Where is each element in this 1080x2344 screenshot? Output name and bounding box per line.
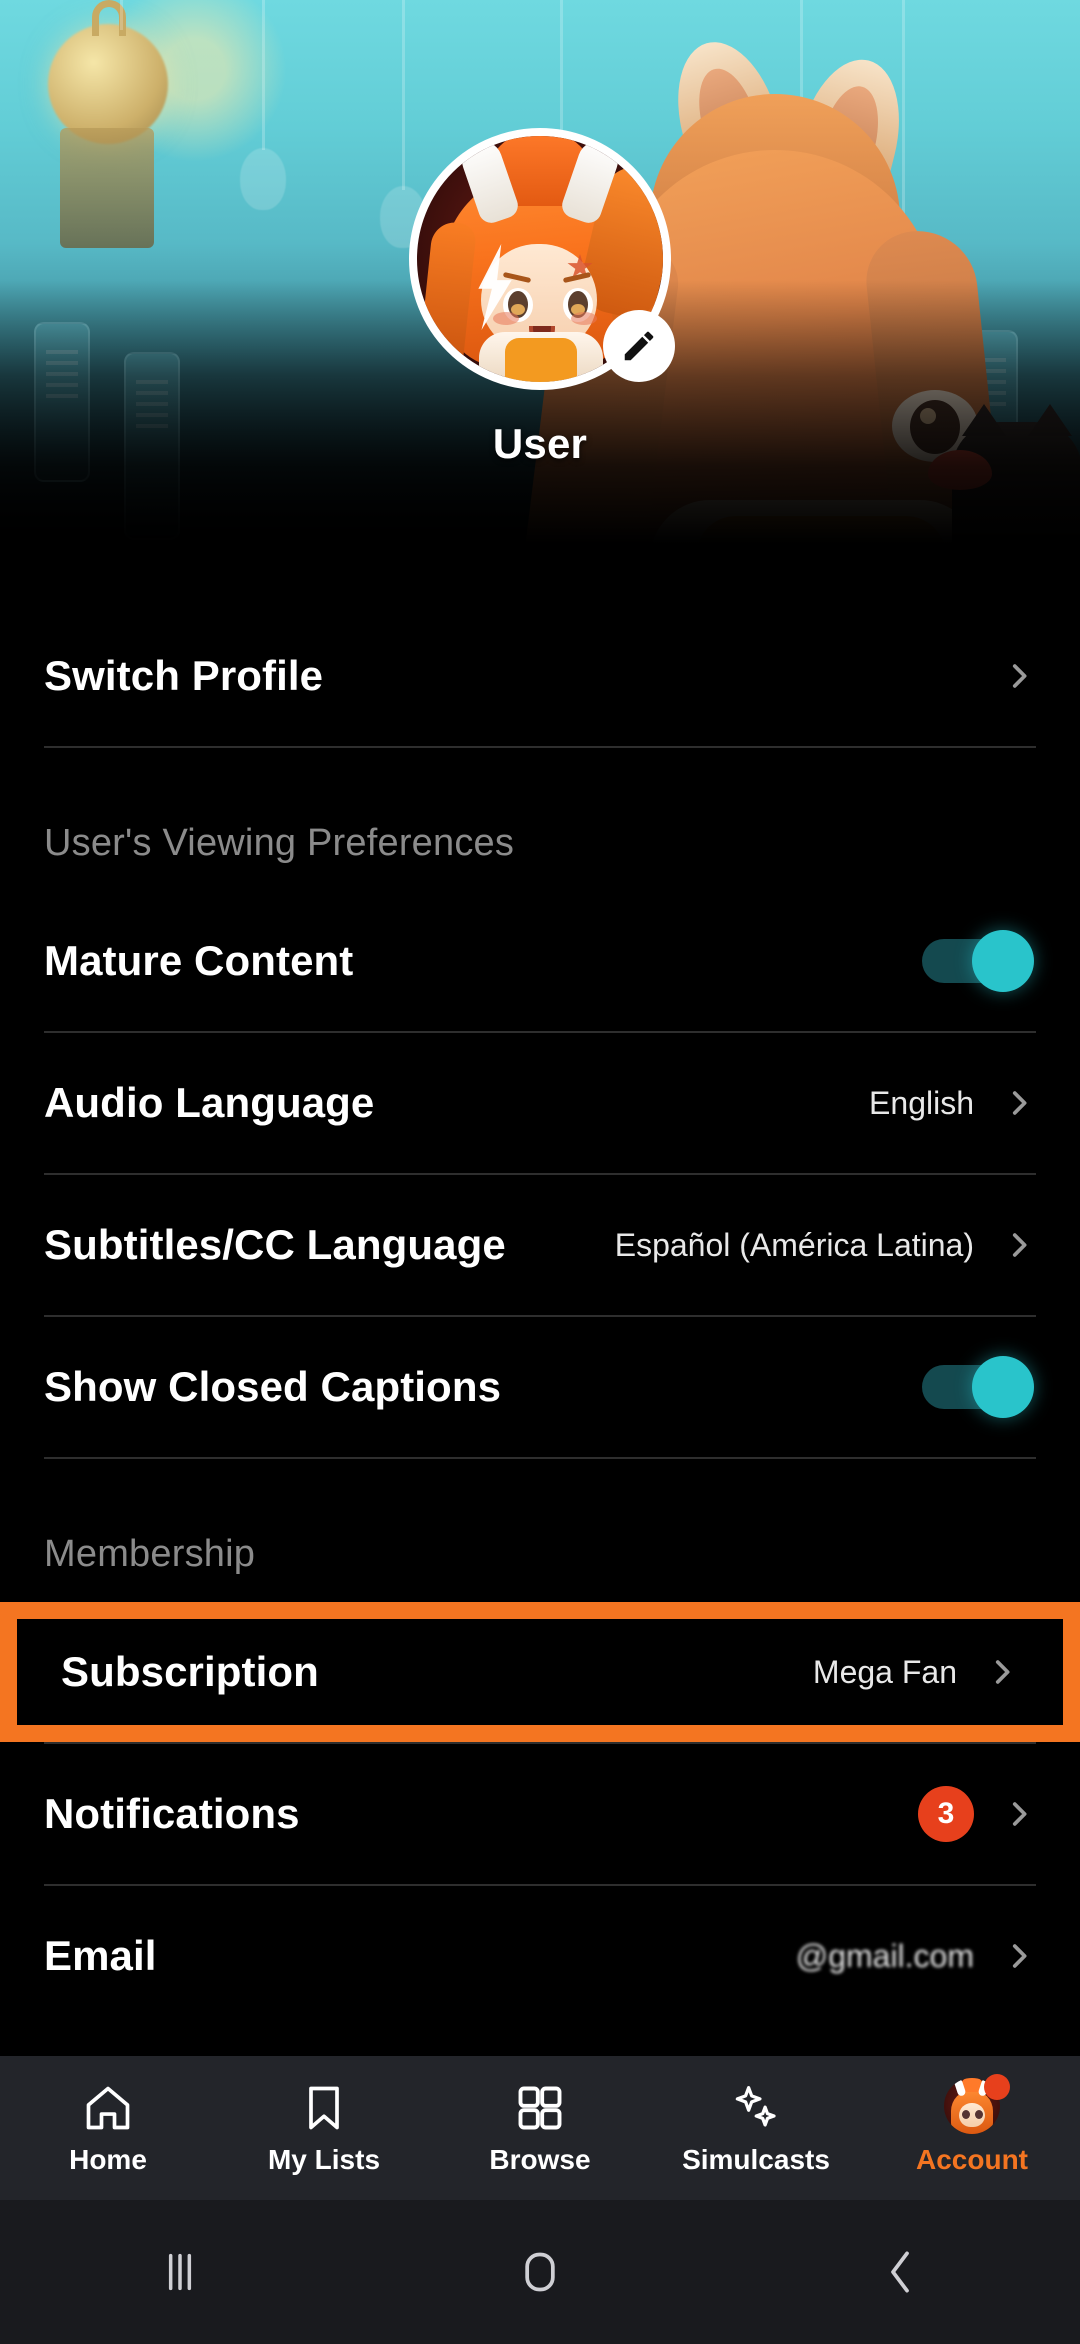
back-chevron-icon xyxy=(872,2244,928,2300)
row-notifications[interactable]: Notifications 3 xyxy=(0,1744,1080,1884)
chevron-right-icon xyxy=(1002,1228,1036,1262)
nav-item-simulcasts[interactable]: Simulcasts xyxy=(648,2080,864,2176)
account-settings-screen: User Switch Profile User's Viewing Prefe… xyxy=(0,0,1080,2344)
chevron-right-icon xyxy=(1002,1939,1036,1973)
back-button[interactable] xyxy=(810,2222,990,2322)
grid-icon xyxy=(514,2080,566,2134)
sparkles-icon xyxy=(730,2080,782,2134)
nav-label: Account xyxy=(916,2144,1028,2176)
nav-label: Simulcasts xyxy=(682,2144,830,2176)
section-viewing-preferences: User's Viewing Preferences xyxy=(0,748,1080,891)
lantern-body xyxy=(60,128,154,248)
nav-label: Browse xyxy=(489,2144,590,2176)
nav-label: Home xyxy=(69,2144,147,2176)
subtitles-language-value: Español (América Latina) xyxy=(615,1227,974,1264)
subscription-value: Mega Fan xyxy=(813,1654,957,1691)
closed-captions-label: Show Closed Captions xyxy=(44,1363,501,1411)
settings-list: Switch Profile User's Viewing Preference… xyxy=(0,580,1080,2026)
audio-language-label: Audio Language xyxy=(44,1079,374,1127)
row-email[interactable]: Email @gmail.com xyxy=(0,1886,1080,2026)
home-button[interactable] xyxy=(450,2222,630,2322)
recents-button[interactable] xyxy=(90,2222,270,2322)
email-label: Email xyxy=(44,1932,157,1980)
chevron-right-icon xyxy=(1002,659,1036,693)
subtitles-language-label: Subtitles/CC Language xyxy=(44,1221,506,1269)
subscription-label: Subscription xyxy=(61,1648,319,1696)
rope xyxy=(402,0,405,190)
rope xyxy=(120,0,123,30)
mature-content-toggle[interactable] xyxy=(922,930,1034,992)
rope xyxy=(262,0,265,150)
home-square-icon xyxy=(512,2244,568,2300)
pencil-icon xyxy=(620,327,658,365)
nav-item-browse[interactable]: Browse xyxy=(432,2080,648,2176)
row-subscription[interactable]: Subscription Mega Fan xyxy=(17,1619,1063,1725)
profile-name: User xyxy=(0,420,1080,468)
bookmark-icon xyxy=(298,2080,350,2134)
nav-item-account[interactable]: Account xyxy=(864,2080,1080,2176)
hanging-bulb xyxy=(240,148,286,210)
chevron-right-icon xyxy=(1002,1797,1036,1831)
row-mature-content[interactable]: Mature Content xyxy=(0,891,1080,1031)
row-audio-language[interactable]: Audio Language English xyxy=(0,1033,1080,1173)
chevron-right-icon xyxy=(1002,1086,1036,1120)
section-membership: Membership xyxy=(0,1459,1080,1602)
notifications-badge: 3 xyxy=(918,1786,974,1842)
chevron-right-icon xyxy=(985,1655,1019,1689)
notifications-label: Notifications xyxy=(44,1790,300,1838)
subscription-highlight: Subscription Mega Fan xyxy=(0,1602,1080,1742)
nav-label: My Lists xyxy=(268,2144,380,2176)
mature-content-label: Mature Content xyxy=(44,937,353,985)
recents-icon xyxy=(152,2244,208,2300)
home-icon xyxy=(82,2080,134,2134)
closed-captions-toggle[interactable] xyxy=(922,1356,1034,1418)
notification-dot xyxy=(984,2074,1010,2100)
bottom-navigation: Home My Lists Browse xyxy=(0,2056,1080,2200)
avatar-container[interactable] xyxy=(409,128,671,390)
row-switch-profile[interactable]: Switch Profile xyxy=(0,606,1080,746)
edit-avatar-button[interactable] xyxy=(603,310,675,382)
row-subtitles-language[interactable]: Subtitles/CC Language Español (América L… xyxy=(0,1175,1080,1315)
email-value: @gmail.com xyxy=(796,1938,974,1975)
row-closed-captions[interactable]: Show Closed Captions xyxy=(0,1317,1080,1457)
lantern-ornament xyxy=(48,24,168,144)
nav-item-home[interactable]: Home xyxy=(0,2080,216,2176)
switch-profile-label: Switch Profile xyxy=(44,652,323,700)
nav-item-my-lists[interactable]: My Lists xyxy=(216,2080,432,2176)
avatar-icon xyxy=(944,2080,1000,2134)
audio-language-value: English xyxy=(869,1085,974,1122)
android-navigation-bar xyxy=(0,2200,1080,2344)
